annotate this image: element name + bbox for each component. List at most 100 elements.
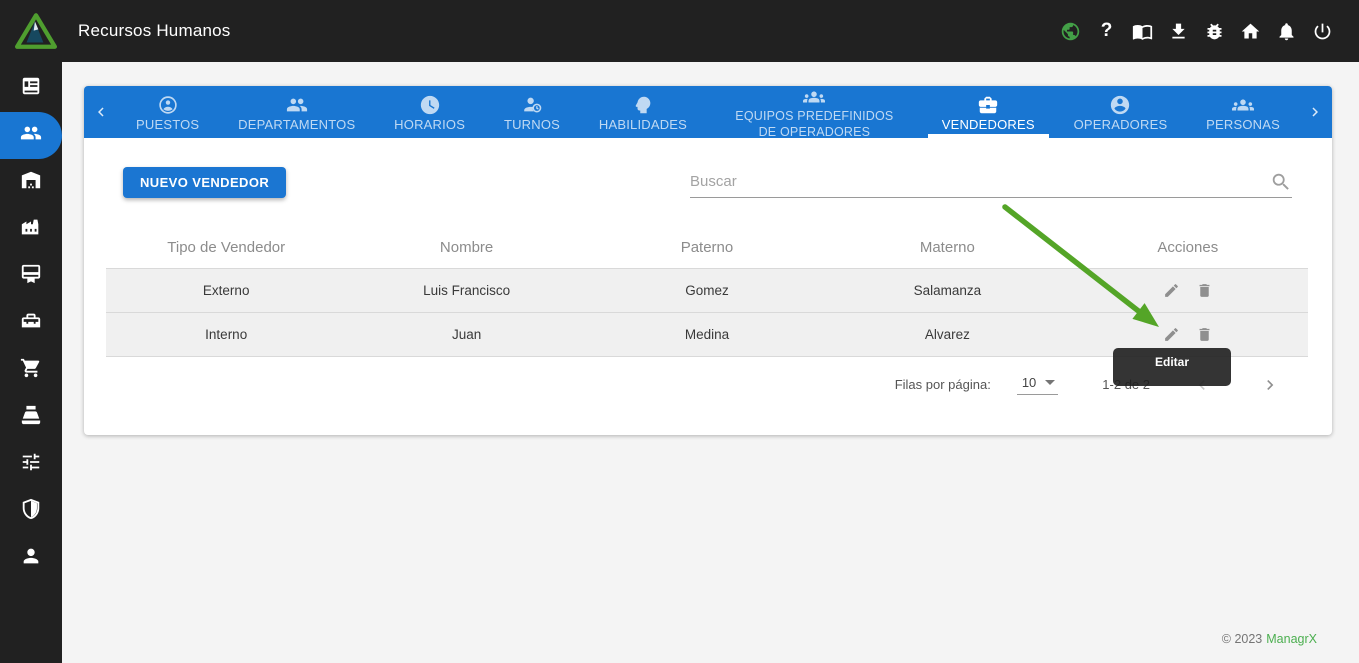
- copyright-text: © 2023: [1222, 632, 1263, 646]
- sidebar-item-certifications[interactable]: [0, 253, 62, 300]
- sidebar-item-account[interactable]: [0, 535, 62, 582]
- header-icon-bar: ?: [1060, 21, 1333, 42]
- search-icon[interactable]: [1270, 171, 1292, 193]
- tab-label: OPERADORES: [1074, 117, 1168, 133]
- caret-down-icon: [1045, 380, 1055, 385]
- tab-label: HABILIDADES: [599, 117, 687, 133]
- footer: © 2023ManagrX: [1222, 632, 1317, 646]
- tab-label: HORARIOS: [394, 117, 465, 133]
- sidebar-item-human-resources[interactable]: [0, 112, 62, 159]
- column-header: Paterno: [587, 228, 827, 268]
- edit-tooltip: Editar: [1113, 348, 1231, 386]
- search-input[interactable]: [690, 173, 1270, 190]
- tab-personas[interactable]: PERSONAS: [1192, 86, 1294, 138]
- cell-nombre: Luis Francisco: [346, 268, 586, 312]
- cell-materno: Alvarez: [827, 312, 1067, 356]
- notifications-bell-icon[interactable]: [1276, 21, 1297, 42]
- tab-departamentos[interactable]: DEPARTAMENTOS: [224, 86, 369, 138]
- power-icon[interactable]: [1312, 21, 1333, 42]
- tabs-scroll-right-icon[interactable]: [1298, 86, 1332, 138]
- column-header: Acciones: [1068, 228, 1308, 268]
- tab-habilidades[interactable]: HABILIDADES: [585, 86, 701, 138]
- tab-puestos[interactable]: PUESTOS: [122, 86, 213, 138]
- app-logo-icon[interactable]: [14, 10, 58, 52]
- tab-label: VENDEDORES: [942, 117, 1035, 133]
- tab-label: PUESTOS: [136, 117, 199, 133]
- tab-label: DEPARTAMENTOS: [238, 117, 355, 133]
- rows-per-page-value: 10: [1022, 375, 1036, 390]
- delete-icon[interactable]: [1196, 326, 1213, 343]
- table-row: Externo Luis Francisco Gomez Salamanza: [106, 268, 1308, 312]
- tooltip-label: Editar: [1155, 355, 1189, 386]
- groups-icon: [1232, 94, 1254, 116]
- news-icon: [20, 75, 42, 102]
- person-circle-icon: [1109, 94, 1131, 116]
- tab-turnos[interactable]: TURNOS: [490, 86, 574, 138]
- vendors-table: Tipo de Vendedor Nombre Paterno Materno …: [106, 228, 1308, 357]
- sidebar-item-settings[interactable]: [0, 441, 62, 488]
- tab-label: EQUIPOS PREDEFINIDOS DE OPERADORES: [726, 109, 903, 138]
- person-icon: [20, 545, 42, 572]
- people-icon: [20, 122, 42, 149]
- brain-icon: [632, 94, 654, 116]
- clock-icon: [419, 94, 441, 116]
- tabs: PUESTOS DEPARTAMENTOS HORARIOS TURNOS HA…: [118, 86, 1298, 138]
- sidebar-item-cash-register[interactable]: [0, 394, 62, 441]
- column-header: Materno: [827, 228, 1067, 268]
- cell-tipo: Externo: [106, 268, 346, 312]
- person-badge-icon: [157, 94, 179, 116]
- manual-book-icon[interactable]: [1132, 21, 1153, 42]
- cell-paterno: Gomez: [587, 268, 827, 312]
- tab-label: PERSONAS: [1206, 117, 1280, 133]
- register-icon: [20, 404, 42, 431]
- sidebar: [0, 62, 62, 663]
- sidebar-item-security[interactable]: [0, 488, 62, 535]
- tab-operadores[interactable]: OPERADORES: [1060, 86, 1182, 138]
- bug-report-icon[interactable]: [1204, 21, 1225, 42]
- sidebar-item-warehouse[interactable]: [0, 159, 62, 206]
- warehouse-icon: [20, 169, 42, 196]
- cell-tipo: Interno: [106, 312, 346, 356]
- certificate-icon: [20, 263, 42, 290]
- tabs-scroll-left-icon[interactable]: [84, 86, 118, 138]
- cell-nombre: Juan: [346, 312, 586, 356]
- edit-icon[interactable]: [1163, 326, 1180, 343]
- sidebar-item-news[interactable]: [0, 65, 62, 112]
- home-icon[interactable]: [1240, 21, 1261, 42]
- new-vendor-button[interactable]: NUEVO VENDEDOR: [123, 167, 286, 198]
- cell-materno: Salamanza: [827, 268, 1067, 312]
- factory-icon: [20, 216, 42, 243]
- edit-icon[interactable]: [1163, 282, 1180, 299]
- person-clock-icon: [521, 94, 543, 116]
- globe-icon[interactable]: [1060, 21, 1081, 42]
- row-actions: [1068, 326, 1308, 343]
- table-header-row: Tipo de Vendedor Nombre Paterno Materno …: [106, 228, 1308, 268]
- sidebar-item-factory[interactable]: [0, 206, 62, 253]
- tab-vendedores[interactable]: VENDEDORES: [928, 86, 1049, 138]
- help-icon[interactable]: ?: [1096, 21, 1117, 42]
- row-actions: [1068, 282, 1308, 299]
- tab-horarios[interactable]: HORARIOS: [380, 86, 479, 138]
- sidebar-item-shopping-cart[interactable]: [0, 347, 62, 394]
- people-icon: [286, 94, 308, 116]
- groups-icon: [803, 86, 825, 108]
- cart-icon: [20, 357, 42, 384]
- column-header: Tipo de Vendedor: [106, 228, 346, 268]
- sidebar-item-toolbox[interactable]: [0, 300, 62, 347]
- brand-link[interactable]: ManagrX: [1266, 632, 1317, 646]
- column-header: Nombre: [346, 228, 586, 268]
- delete-icon[interactable]: [1196, 282, 1213, 299]
- toolbox-icon: [20, 310, 42, 337]
- module-tabbar: PUESTOS DEPARTAMENTOS HORARIOS TURNOS HA…: [84, 86, 1332, 138]
- toolbar: NUEVO VENDEDOR: [123, 166, 1292, 198]
- tune-icon: [20, 451, 42, 478]
- download-icon[interactable]: [1168, 21, 1189, 42]
- tab-equipos-predefinidos[interactable]: EQUIPOS PREDEFINIDOS DE OPERADORES: [712, 86, 917, 138]
- page-title: Recursos Humanos: [78, 21, 230, 41]
- shield-icon: [20, 498, 42, 525]
- main-content: PUESTOS DEPARTAMENTOS HORARIOS TURNOS HA…: [62, 62, 1359, 663]
- cell-paterno: Medina: [587, 312, 827, 356]
- tab-label: TURNOS: [504, 117, 560, 133]
- rows-per-page-select[interactable]: 10: [1017, 375, 1058, 395]
- next-page-icon[interactable]: [1258, 373, 1282, 397]
